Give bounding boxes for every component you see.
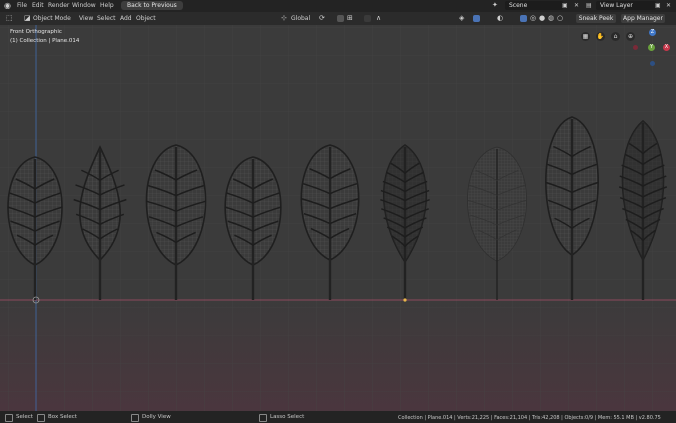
collection-label: (1) Collection | Plane.014 bbox=[10, 38, 80, 44]
mode-dropdown[interactable]: Object Mode bbox=[33, 15, 71, 22]
menu-help[interactable]: Help bbox=[100, 2, 114, 9]
status-bar: Select Box Select Dolly View Lasso Selec… bbox=[0, 411, 676, 423]
scene-close-icon[interactable]: ✕ bbox=[574, 2, 579, 9]
mode-icon: ◪ bbox=[24, 14, 31, 22]
viewport-scene[interactable] bbox=[0, 25, 676, 411]
status-select-label: Select bbox=[16, 414, 33, 420]
mouse-left-drag-icon bbox=[37, 414, 45, 422]
menu-select[interactable]: Select bbox=[97, 15, 116, 22]
3d-viewport[interactable]: Front Orthographic (1) Collection | Plan… bbox=[0, 25, 676, 411]
top-bar: ◉ File Edit Render Window Help Back to P… bbox=[0, 0, 676, 12]
status-box-select-label: Box Select bbox=[48, 414, 77, 420]
orientation-dropdown[interactable]: Global bbox=[291, 15, 310, 22]
view-layer-copy-icon[interactable]: ▣ bbox=[655, 2, 661, 9]
camera-view-icon[interactable]: ⌂ bbox=[611, 32, 620, 41]
gizmo-y-axis[interactable]: Y bbox=[648, 44, 655, 51]
view-name-label: Front Orthographic bbox=[10, 29, 62, 35]
status-dolly-view-label: Dolly View bbox=[142, 414, 171, 420]
toggle-camera-grid-icon[interactable]: ▦ bbox=[581, 32, 590, 41]
overlay-toggle-icon[interactable]: ◐ bbox=[497, 14, 503, 22]
shading-rendered-icon[interactable]: ○ bbox=[557, 14, 563, 22]
app-manager-button[interactable]: App Manager bbox=[621, 14, 665, 23]
selected-origin-point bbox=[403, 298, 407, 302]
gizmo-neg-z-axis[interactable] bbox=[650, 61, 655, 66]
gizmo-x-axis[interactable]: X bbox=[663, 44, 670, 51]
blender-logo-icon[interactable]: ◉ bbox=[4, 1, 11, 10]
menu-edit[interactable]: Edit bbox=[32, 2, 44, 9]
mouse-right-icon bbox=[259, 414, 267, 422]
mouse-middle-icon bbox=[131, 414, 139, 422]
scene-icon[interactable]: ✦ bbox=[492, 1, 498, 9]
view-layer-close-icon[interactable]: ✕ bbox=[666, 2, 671, 9]
scene-statistics: Collection | Plane.014 | Verts:21,225 | … bbox=[398, 414, 661, 421]
viewport-header: ⬚ ◪ Object Mode View Select Add Object ⊹… bbox=[0, 12, 676, 25]
snap-target-icon[interactable]: ⊞ bbox=[347, 14, 353, 22]
menu-add[interactable]: Add bbox=[120, 15, 132, 22]
gizmo-z-axis[interactable]: Z bbox=[649, 29, 656, 36]
back-to-previous-button[interactable]: Back to Previous bbox=[121, 1, 183, 10]
mouse-left-icon bbox=[5, 414, 13, 422]
zoom-icon[interactable]: ⊕ bbox=[626, 32, 635, 41]
shading-solid-icon[interactable]: ● bbox=[539, 14, 545, 22]
shading-material-icon[interactable]: ◍ bbox=[548, 14, 554, 22]
status-lasso-select-label: Lasso Select bbox=[270, 414, 305, 420]
sneak-peek-button[interactable]: Sneak Peek bbox=[576, 14, 616, 23]
falloff-icon[interactable]: ∧ bbox=[376, 14, 381, 22]
view-layer-icon[interactable]: ▤ bbox=[586, 2, 592, 9]
menu-file[interactable]: File bbox=[17, 2, 27, 9]
gizmo-toggle-icon[interactable] bbox=[473, 15, 480, 22]
menu-view[interactable]: View bbox=[79, 15, 93, 22]
menu-render[interactable]: Render bbox=[48, 2, 69, 9]
scene-copy-icon[interactable]: ▣ bbox=[562, 2, 568, 9]
menu-window[interactable]: Window bbox=[72, 2, 96, 9]
proportional-edit-icon[interactable] bbox=[364, 15, 371, 22]
gizmo-neg-x-axis[interactable] bbox=[633, 45, 638, 50]
shading-wireframe-icon[interactable]: ◎ bbox=[530, 14, 536, 22]
pivot-icon[interactable]: ⟳ bbox=[319, 14, 325, 22]
xray-toggle-icon[interactable] bbox=[520, 15, 527, 22]
snap-toggle-icon[interactable] bbox=[337, 15, 344, 22]
view-layer-field[interactable]: View Layer bbox=[596, 1, 656, 10]
transform-orientation-icon: ⊹ bbox=[281, 14, 287, 22]
menu-object[interactable]: Object bbox=[136, 15, 156, 22]
hand-pan-icon[interactable]: ✋ bbox=[596, 32, 605, 41]
visibility-icon[interactable]: ◈ bbox=[459, 14, 464, 22]
editor-type-icon[interactable]: ⬚ bbox=[6, 14, 13, 22]
scene-field[interactable]: Scene bbox=[505, 1, 563, 10]
